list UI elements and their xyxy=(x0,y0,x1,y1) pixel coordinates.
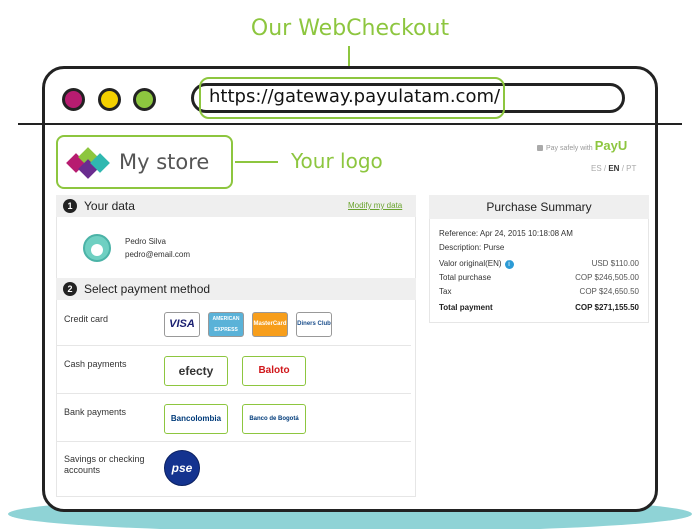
step-number: 1 xyxy=(63,199,77,213)
baloto-option[interactable]: Baloto xyxy=(242,356,306,386)
summary-value: COP $24,650.50 xyxy=(579,287,639,296)
logo-callout-line xyxy=(235,161,278,163)
payu-badge: Pay safely with PayU xyxy=(537,138,627,153)
lang-pt[interactable]: PT xyxy=(626,164,636,173)
lang-en[interactable]: EN xyxy=(608,164,619,173)
summary-value: COP $246,505.00 xyxy=(575,273,639,282)
payment-label: Cash payments xyxy=(64,359,127,369)
total-label: Total payment xyxy=(439,303,493,312)
payment-row-bank: Bank payments Bancolombia Banco de Bogot… xyxy=(56,394,411,442)
payment-label: Bank payments xyxy=(64,407,127,417)
lock-icon xyxy=(537,145,543,151)
payment-row-savings: Savings or checking accounts pse xyxy=(56,442,411,497)
header-divider xyxy=(18,123,682,125)
summary-label: Valor original(EN) xyxy=(439,259,502,268)
reference-text: Reference: Apr 24, 2015 10:18:08 AM xyxy=(439,229,573,238)
summary-value: USD $110.00 xyxy=(591,259,639,268)
step-number: 2 xyxy=(63,282,77,296)
summary-row-original: Valor original(EN) i USD $110.00 xyxy=(439,259,639,269)
store-name: My store xyxy=(119,150,210,174)
summary-row-total-purchase: Total purchase COP $246,505.00 xyxy=(439,273,639,282)
efecty-option[interactable]: efecty xyxy=(164,356,228,386)
window-dot-yellow[interactable] xyxy=(98,88,121,111)
window-dot-green[interactable] xyxy=(133,88,156,111)
bancolombia-option[interactable]: Bancolombia xyxy=(164,404,228,434)
payment-label: Savings or checking accounts xyxy=(64,454,145,475)
payment-row-cash: Cash payments efecty Baloto xyxy=(56,346,411,394)
modify-data-link[interactable]: Modify my data xyxy=(348,201,402,210)
banco-bogota-option[interactable]: Banco de Bogotá xyxy=(242,404,306,434)
summary-label: Total purchase xyxy=(439,273,492,282)
payment-method-title: Select payment method xyxy=(84,282,211,296)
summary-row-total-payment: Total payment COP $271,155.50 xyxy=(439,303,639,312)
info-icon[interactable]: i xyxy=(504,260,514,269)
lang-es[interactable]: ES xyxy=(591,164,602,173)
diners-option[interactable]: Diners Club xyxy=(296,312,332,337)
visa-option[interactable]: VISA xyxy=(164,312,200,337)
window-dot-magenta[interactable] xyxy=(62,88,85,111)
payment-row-credit: Credit card VISA AMERICAN EXPRESS Master… xyxy=(56,300,411,346)
pse-option[interactable]: pse xyxy=(164,450,200,486)
payment-method-header: 2 Select payment method xyxy=(56,278,416,300)
summary-row-tax: Tax COP $24,650.50 xyxy=(439,287,639,296)
payu-logo: PayU xyxy=(594,138,628,153)
your-data-title: Your data xyxy=(84,199,135,213)
amex-option[interactable]: AMERICAN EXPRESS xyxy=(208,312,244,337)
user-name: Pedro Silva xyxy=(125,237,166,246)
language-switcher: ES / EN / PT xyxy=(591,164,637,173)
payment-label: Credit card xyxy=(64,314,109,324)
browser-window: https://gateway.payulatam.com/ My store … xyxy=(42,66,658,512)
description-text: Description: Purse xyxy=(439,243,505,252)
webcheckout-callout: Our WebCheckout xyxy=(250,16,450,41)
logo-callout: Your logo xyxy=(291,149,383,173)
avatar xyxy=(83,234,111,262)
url-text[interactable]: https://gateway.payulatam.com/ xyxy=(209,86,500,107)
your-data-header: 1 Your data Modify my data xyxy=(56,195,416,217)
user-email: pedro@email.com xyxy=(125,250,191,259)
mastercard-option[interactable]: MasterCard xyxy=(252,312,288,337)
total-value: COP $271,155.50 xyxy=(575,303,639,312)
pay-safely-label: Pay safely with xyxy=(546,145,593,152)
summary-label: Tax xyxy=(439,287,452,296)
store-logo-icon xyxy=(65,147,113,179)
purchase-summary-title: Purchase Summary xyxy=(429,195,649,219)
